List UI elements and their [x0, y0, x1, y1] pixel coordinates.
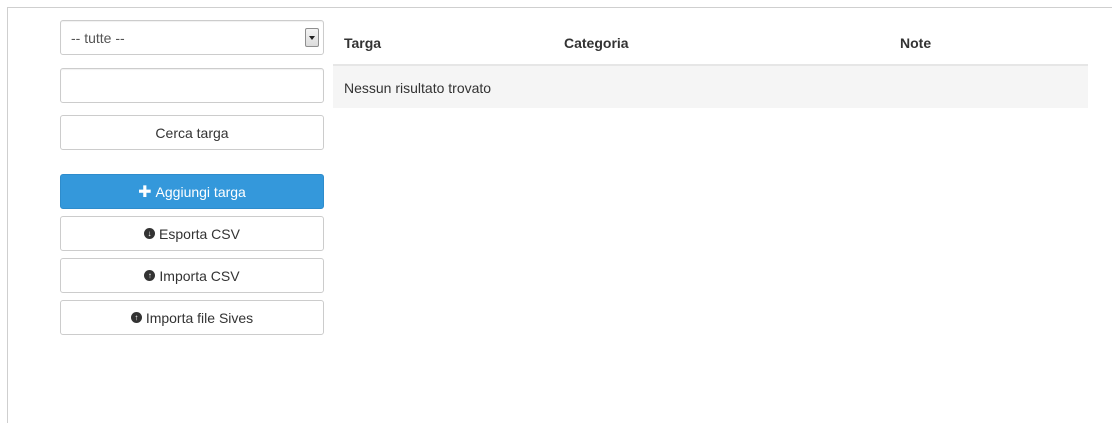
add-plate-button[interactable]: ✚ Aggiungi targa: [60, 174, 324, 209]
category-select-value: -- tutte --: [71, 30, 125, 46]
column-header-note[interactable]: Note: [900, 35, 931, 51]
import-csv-button[interactable]: ↑ Importa CSV: [60, 258, 324, 293]
empty-results-message: Nessun risultato trovato: [344, 80, 492, 96]
import-csv-button-label: Importa CSV: [159, 267, 240, 284]
plus-icon: ✚: [138, 183, 152, 201]
export-csv-button[interactable]: ↓ Esporta CSV: [60, 216, 324, 251]
import-sives-button-label: Importa file Sives: [145, 309, 254, 326]
import-sives-button[interactable]: ↑ Importa file Sives: [60, 300, 324, 335]
circle-arrow-up-icon: ↑: [144, 270, 156, 281]
circle-arrow-down-icon: ↓: [144, 228, 156, 239]
plate-search-input[interactable]: [60, 68, 324, 103]
export-csv-button-label: Esporta CSV: [159, 225, 240, 242]
sidebar: -- tutte -- Cerca targa ✚ Aggiungi targa…: [60, 20, 324, 335]
table-header: Targa Categoria Note: [333, 22, 1088, 66]
search-plate-button[interactable]: Cerca targa: [60, 115, 324, 150]
search-plate-button-label: Cerca targa: [155, 124, 229, 141]
circle-arrow-up-icon: ↑: [130, 312, 142, 323]
results-table: Targa Categoria Note Nessun risultato tr…: [333, 22, 1088, 108]
empty-results-row: Nessun risultato trovato: [333, 66, 1088, 108]
column-header-categoria[interactable]: Categoria: [564, 35, 629, 51]
column-header-targa[interactable]: Targa: [344, 35, 381, 51]
chevron-down-icon[interactable]: [305, 28, 319, 47]
add-plate-button-label: Aggiungi targa: [155, 183, 246, 200]
category-select[interactable]: -- tutte --: [60, 20, 324, 55]
